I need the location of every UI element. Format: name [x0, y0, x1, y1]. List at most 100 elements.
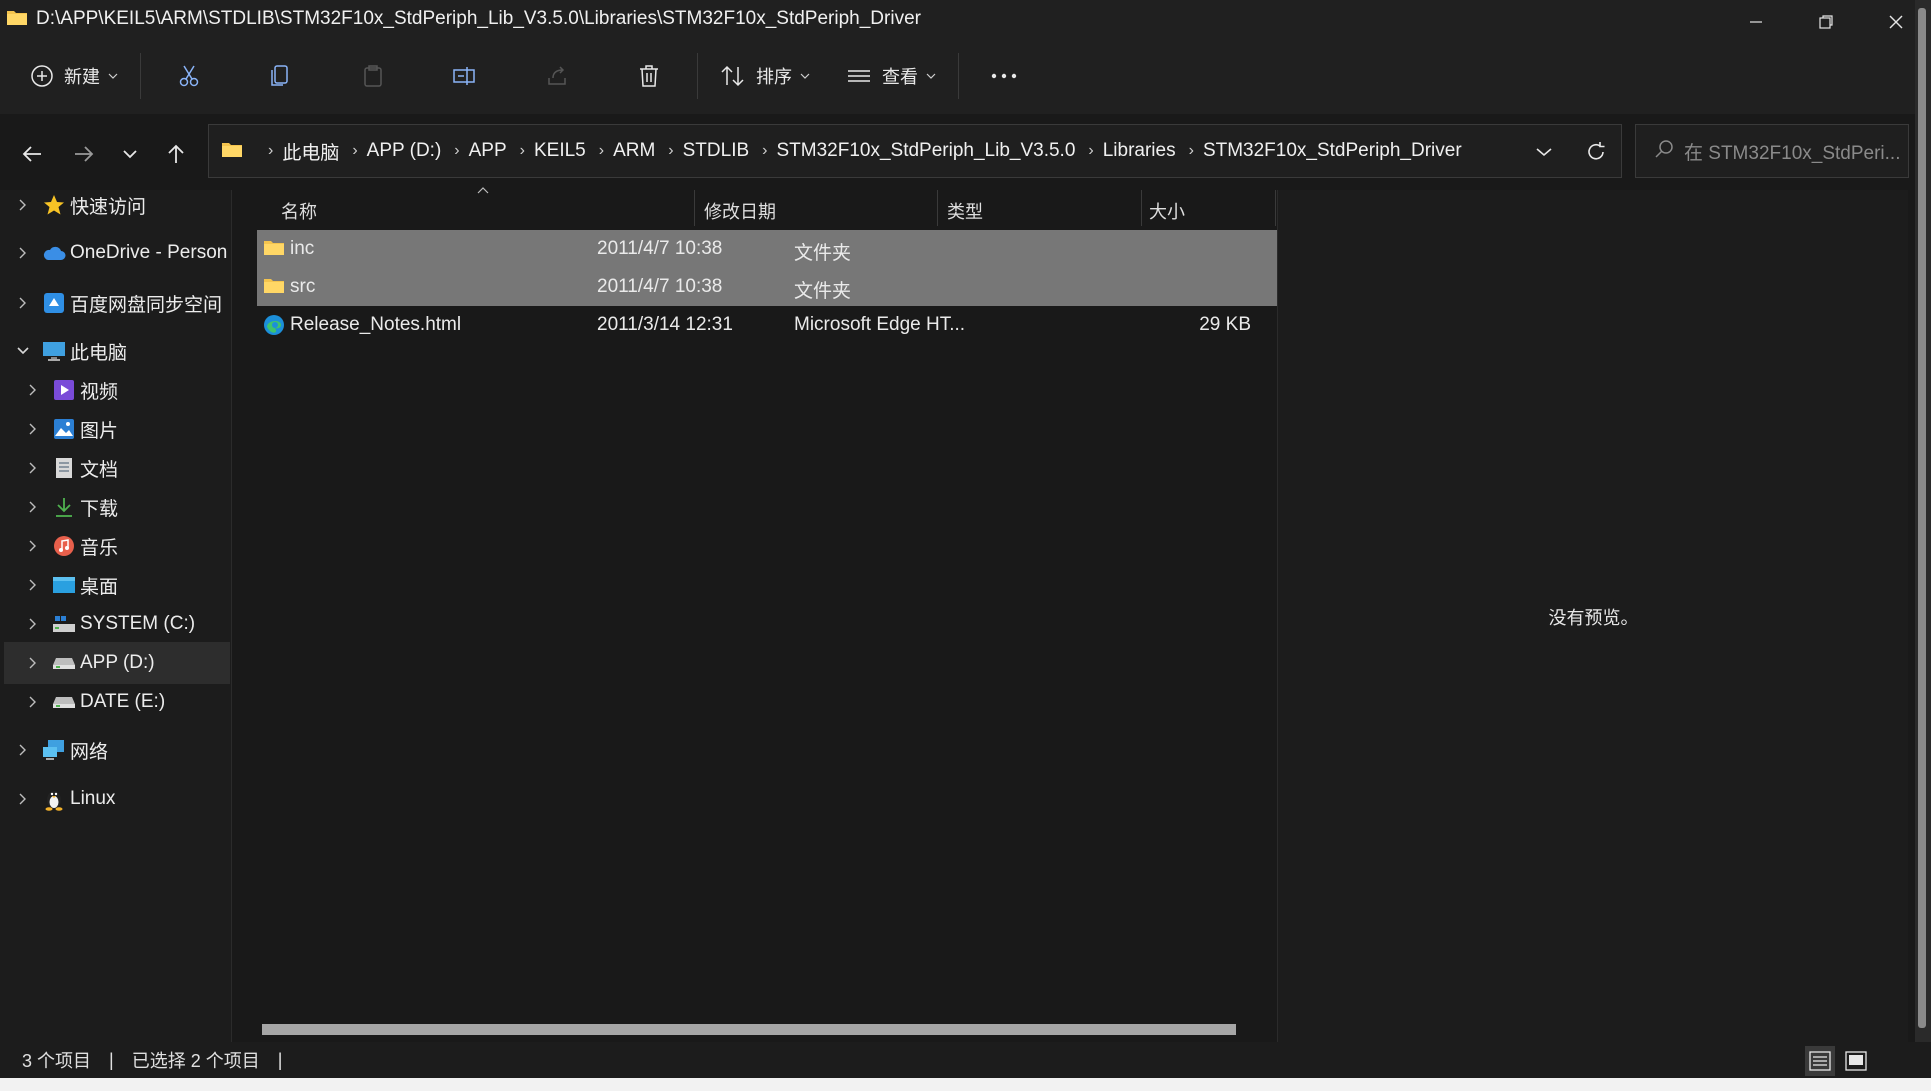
sidebar-item[interactable]: 音乐: [4, 525, 230, 567]
rename-button[interactable]: [429, 52, 501, 100]
file-row[interactable]: inc 2011/4/7 10:38 文件夹: [257, 230, 1277, 268]
chevron-right-icon[interactable]: [24, 381, 42, 399]
sidebar-item[interactable]: Linux: [4, 778, 230, 820]
close-icon: [1889, 15, 1903, 29]
breadcrumb-separator[interactable]: ›: [668, 142, 673, 160]
breadcrumb-item[interactable]: Libraries: [1103, 140, 1176, 162]
sidebar-item[interactable]: 快速访问: [4, 184, 230, 226]
cloud-icon: [42, 241, 66, 265]
sidebar-item[interactable]: DATE (E:): [4, 681, 230, 723]
breadcrumb-item[interactable]: ARM: [613, 140, 655, 162]
breadcrumb-item[interactable]: STDLIB: [683, 140, 750, 162]
video-icon: [52, 378, 76, 402]
column-divider[interactable]: [1275, 190, 1276, 226]
breadcrumb-item[interactable]: APP: [469, 140, 507, 162]
status-separator: |: [109, 1049, 114, 1070]
chevron-right-icon[interactable]: [14, 294, 32, 312]
chevron-right-icon[interactable]: [24, 537, 42, 555]
sidebar-item[interactable]: 下载: [4, 486, 230, 528]
trash-icon: [640, 65, 658, 87]
column-header-modified[interactable]: 修改日期: [704, 198, 776, 224]
breadcrumb-item[interactable]: STM32F10x_StdPeriph_Lib_V3.5.0: [776, 140, 1075, 162]
more-options-button[interactable]: [971, 52, 1037, 100]
copy-button[interactable]: [245, 52, 317, 100]
sort-button[interactable]: 排序: [710, 52, 820, 100]
column-divider[interactable]: [937, 190, 938, 226]
search-placeholder: 在 STM32F10x_StdPeri...: [1684, 142, 1901, 164]
sidebar-item[interactable]: SYSTEM (C:): [4, 603, 230, 645]
forward-button[interactable]: [64, 134, 104, 174]
chevron-right-icon[interactable]: [24, 615, 42, 633]
column-divider[interactable]: [1141, 190, 1142, 226]
breadcrumb-item[interactable]: APP (D:): [367, 140, 442, 162]
details-view-button[interactable]: [1805, 1046, 1835, 1076]
breadcrumb-separator[interactable]: ›: [520, 142, 525, 160]
cut-button[interactable]: [153, 52, 225, 100]
refresh-button[interactable]: [1581, 137, 1611, 167]
layout-switcher: [1799, 1046, 1871, 1076]
large-icons-view-icon: [1845, 1051, 1867, 1071]
share-button[interactable]: [521, 52, 593, 100]
breadcrumb-separator[interactable]: ›: [599, 142, 604, 160]
breadcrumb-separator[interactable]: ›: [1088, 142, 1093, 160]
breadcrumb-separator[interactable]: ›: [268, 142, 273, 160]
horizontal-scrollbar[interactable]: [262, 1024, 1236, 1035]
chevron-right-icon[interactable]: [24, 498, 42, 516]
paste-button[interactable]: [337, 52, 409, 100]
view-button[interactable]: 查看: [836, 52, 946, 100]
address-history-dropdown[interactable]: [1529, 137, 1559, 167]
chevron-right-icon[interactable]: [24, 420, 42, 438]
rename-icon: [453, 67, 475, 85]
sidebar-item[interactable]: 桌面: [4, 564, 230, 606]
column-header-type[interactable]: 类型: [947, 198, 983, 224]
column-divider[interactable]: [694, 190, 695, 226]
sidebar-item[interactable]: 图片: [4, 408, 230, 450]
copy-icon: [271, 65, 288, 86]
chevron-right-icon[interactable]: [24, 693, 42, 711]
drive-icon: [52, 690, 76, 714]
list-view-icon: [848, 70, 870, 82]
no-preview-text: 没有预览。: [1548, 608, 1639, 628]
chevron-right-icon[interactable]: [14, 196, 32, 214]
chevron-right-icon[interactable]: [24, 459, 42, 477]
drive-icon: [52, 651, 76, 675]
chevron-down-icon[interactable]: [14, 342, 32, 360]
sidebar-item[interactable]: APP (D:): [4, 642, 230, 684]
chevron-right-icon[interactable]: [14, 244, 32, 262]
breadcrumb-separator[interactable]: ›: [352, 142, 357, 160]
baidu-drive-icon: [42, 291, 66, 315]
file-list: 名称 修改日期 类型 大小 inc 2011/4/7 10:38 文件夹 src 201…: [232, 187, 1277, 1042]
new-button[interactable]: 新建: [20, 52, 128, 100]
column-header-name[interactable]: 名称: [281, 198, 317, 224]
large-icons-view-button[interactable]: [1841, 1046, 1871, 1076]
breadcrumb-separator[interactable]: ›: [454, 142, 459, 160]
address-bar[interactable]: › 此电脑 › APP (D:) › APP › KEIL5 › ARM › STDLIB › STM32…: [208, 124, 1622, 178]
sidebar-item[interactable]: 文档: [4, 447, 230, 489]
delete-button[interactable]: [613, 52, 685, 100]
window-vertical-scrollbar[interactable]: [1915, 0, 1931, 1042]
sidebar-item[interactable]: 百度网盘同步空间: [4, 282, 230, 324]
breadcrumb-separator[interactable]: ›: [1189, 142, 1194, 160]
status-separator: |: [277, 1049, 283, 1070]
breadcrumb-separator[interactable]: ›: [762, 142, 767, 160]
up-button[interactable]: [156, 134, 196, 174]
sidebar-item[interactable]: 网络: [4, 729, 230, 771]
breadcrumb-item[interactable]: 此电脑: [282, 138, 339, 165]
recent-locations-button[interactable]: [110, 134, 150, 174]
sidebar-item[interactable]: 视频: [4, 369, 230, 411]
search-box[interactable]: 在 STM32F10x_StdPeri...: [1635, 124, 1909, 178]
chevron-right-icon[interactable]: [24, 654, 42, 672]
back-button[interactable]: [12, 134, 52, 174]
chevron-right-icon[interactable]: [24, 576, 42, 594]
sidebar-item[interactable]: OneDrive - Person: [4, 232, 230, 274]
scrollbar-thumb[interactable]: [1918, 8, 1926, 1028]
file-row[interactable]: src 2011/4/7 10:38 文件夹: [257, 268, 1277, 306]
column-header-size[interactable]: 大小: [1149, 198, 1185, 224]
breadcrumb-item[interactable]: STM32F10x_StdPeriph_Driver: [1203, 140, 1462, 162]
chevron-right-icon[interactable]: [14, 741, 32, 759]
sidebar-item-label: 下载: [80, 498, 119, 520]
breadcrumb-item[interactable]: KEIL5: [534, 140, 586, 162]
chevron-right-icon[interactable]: [14, 790, 32, 808]
details-view-icon: [1809, 1051, 1831, 1071]
sidebar-item[interactable]: 此电脑: [4, 330, 230, 372]
